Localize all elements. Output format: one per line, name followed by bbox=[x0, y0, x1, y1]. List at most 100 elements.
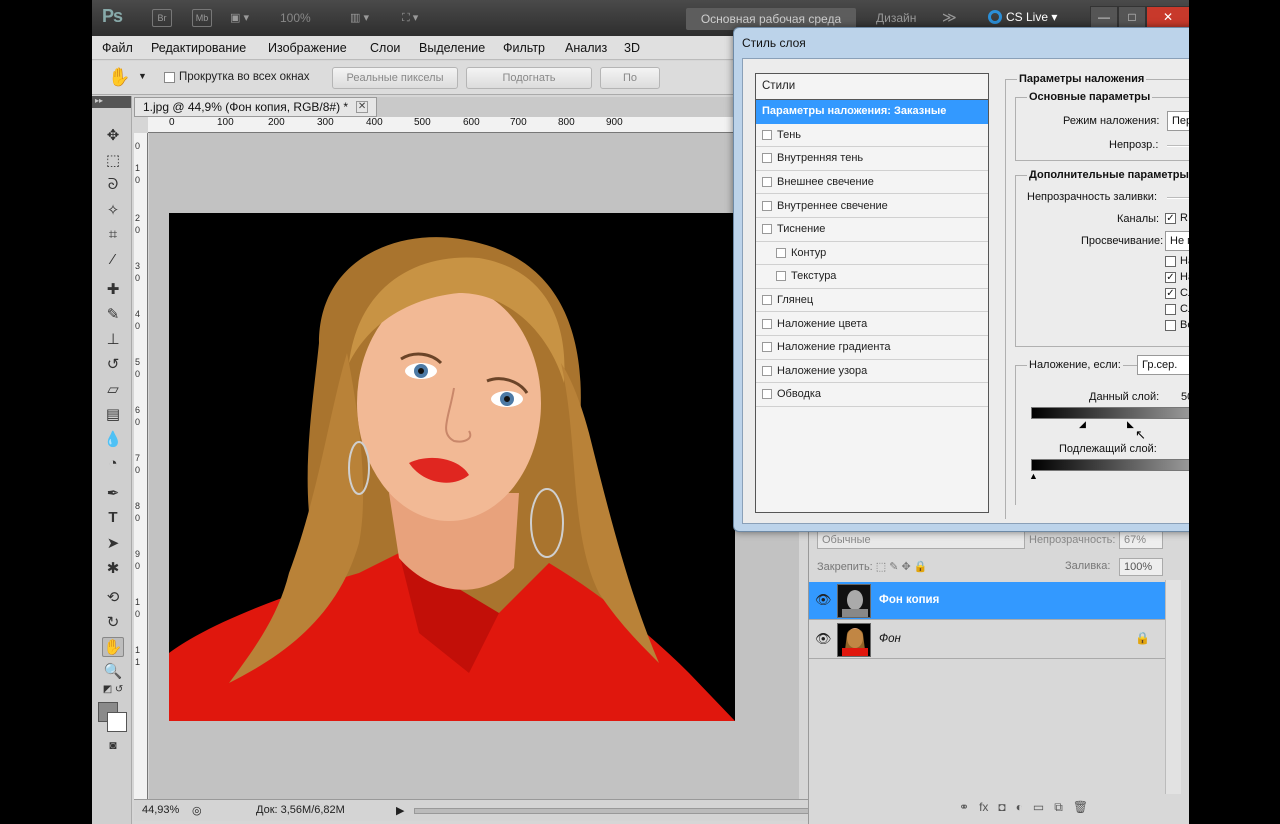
style-drop-shadow[interactable]: Тень bbox=[756, 124, 988, 148]
lasso-tool-icon[interactable]: ᘐ bbox=[102, 176, 124, 196]
menu-image[interactable]: Изображение bbox=[268, 41, 347, 55]
move-tool-icon[interactable]: ✥ bbox=[102, 126, 124, 146]
layers-scrollbar[interactable] bbox=[1165, 580, 1181, 794]
restore-button[interactable]: □ bbox=[1118, 6, 1146, 28]
magic-wand-icon[interactable]: ✧ bbox=[102, 201, 124, 221]
horizontal-scrollbar[interactable] bbox=[414, 808, 814, 814]
menu-layer[interactable]: Слои bbox=[370, 41, 400, 55]
status-arrow-icon[interactable]: ▶ bbox=[396, 804, 404, 817]
dodge-tool-icon[interactable]: ◔ bbox=[102, 455, 124, 475]
add-mask-icon[interactable]: ◘ bbox=[998, 800, 1005, 815]
checkbox[interactable] bbox=[762, 200, 772, 211]
document-tab[interactable]: 1.jpg @ 44,9% (Фон копия, RGB/8#) * ✕ bbox=[134, 97, 378, 117]
more-workspaces-icon[interactable]: ≫ bbox=[942, 9, 957, 26]
status-zoom[interactable]: 44,93% bbox=[142, 804, 179, 816]
screen-mode-icon[interactable]: ⛶ ▾ bbox=[402, 8, 418, 28]
style-satin[interactable]: Глянец bbox=[756, 289, 988, 313]
vector-mask-hides-checkbox[interactable]: Векторная маска ск bbox=[1165, 319, 1189, 331]
tools-panel-header[interactable]: ▸▸ bbox=[92, 96, 131, 108]
blend-interior-checkbox[interactable]: Наложение внутрен bbox=[1165, 255, 1189, 267]
menu-analysis[interactable]: Анализ bbox=[565, 41, 607, 55]
blur-tool-icon[interactable]: 💧 bbox=[102, 430, 124, 450]
this-layer-low-slider-icon[interactable]: ◢ bbox=[1079, 419, 1086, 430]
layer-mask-hides-checkbox[interactable]: Слой-маска скрыва bbox=[1165, 303, 1189, 315]
crop-tool-icon[interactable]: ⌗ bbox=[102, 226, 124, 246]
menu-file[interactable]: Файл bbox=[102, 41, 133, 55]
blend-clipped-checkbox[interactable]: ✓Наложение обтравоч bbox=[1165, 271, 1189, 283]
style-bevel-emboss[interactable]: Тиснение bbox=[756, 218, 988, 242]
new-group-icon[interactable]: ▭ bbox=[1033, 800, 1044, 815]
close-button[interactable]: ✕ bbox=[1146, 6, 1189, 28]
bridge-button[interactable]: Br bbox=[152, 9, 172, 27]
arrange-docs-icon[interactable]: ▥ ▾ bbox=[350, 8, 369, 28]
fill-screen-button[interactable]: По bbox=[600, 67, 660, 89]
checkbox[interactable] bbox=[762, 295, 772, 306]
menu-edit[interactable]: Редактирование bbox=[151, 41, 246, 55]
zoom-tool-icon[interactable]: 🔍 bbox=[102, 662, 124, 682]
3d-orbit-icon[interactable]: ↻ bbox=[102, 613, 124, 633]
underlying-layer-gradient[interactable] bbox=[1031, 459, 1189, 471]
layer-row[interactable]: 👁 Фон 🔒 bbox=[809, 621, 1166, 659]
checkbox[interactable] bbox=[776, 271, 786, 282]
checkbox[interactable] bbox=[762, 342, 772, 353]
canvas-area[interactable] bbox=[149, 133, 799, 799]
fit-screen-button[interactable]: Подогнать bbox=[466, 67, 592, 89]
style-inner-glow[interactable]: Внутреннее свечение bbox=[756, 194, 988, 218]
style-texture[interactable]: Текстура bbox=[756, 265, 988, 289]
visibility-eye-icon[interactable]: 👁 bbox=[815, 592, 832, 608]
style-blending-options[interactable]: Параметры наложения: Заказные bbox=[756, 100, 988, 124]
shape-tool-icon[interactable]: ✱ bbox=[102, 559, 124, 579]
style-stroke[interactable]: Обводка bbox=[756, 383, 988, 407]
healing-brush-icon[interactable]: ✚ bbox=[102, 280, 124, 300]
tool-preset-arrow-icon[interactable]: ▼ bbox=[138, 71, 147, 81]
eyedropper-tool-icon[interactable]: ⁄ bbox=[102, 251, 124, 271]
style-pattern-overlay[interactable]: Наложение узора bbox=[756, 360, 988, 384]
adjustment-layer-icon[interactable]: ◐ bbox=[1016, 800, 1023, 815]
menu-filter[interactable]: Фильтр bbox=[503, 41, 545, 55]
fill-opacity-slider[interactable] bbox=[1167, 197, 1189, 199]
3d-rotate-icon[interactable]: ⟲ bbox=[102, 588, 124, 608]
menu-select[interactable]: Выделение bbox=[419, 41, 485, 55]
new-layer-icon[interactable]: ⧉ bbox=[1054, 800, 1063, 815]
style-outer-glow[interactable]: Внешнее свечение bbox=[756, 171, 988, 195]
scroll-all-windows-checkbox[interactable]: Прокрутка во всех окнах bbox=[164, 71, 310, 83]
checkbox[interactable] bbox=[762, 153, 772, 164]
history-brush-icon[interactable]: ↺ bbox=[102, 355, 124, 375]
underlying-low-slider-icon[interactable]: ▲ bbox=[1029, 471, 1038, 481]
this-layer-mid-slider-icon[interactable]: ◣ bbox=[1127, 419, 1134, 430]
checkbox[interactable] bbox=[762, 177, 772, 188]
hand-tool-icon[interactable]: ✋ bbox=[102, 637, 124, 657]
close-tab-icon[interactable]: ✕ bbox=[356, 101, 369, 113]
gradient-tool-icon[interactable]: ▤ bbox=[102, 405, 124, 425]
blend-if-select[interactable]: Гр.сер.▼ bbox=[1137, 355, 1189, 375]
hand-tool-icon[interactable]: ✋ bbox=[108, 67, 130, 88]
workspace-design-button[interactable]: Дизайн bbox=[876, 11, 916, 25]
link-layers-icon[interactable]: ⚭ bbox=[959, 800, 969, 815]
cs-live-button[interactable]: CS Live ▾ bbox=[988, 10, 1057, 24]
visibility-eye-icon[interactable]: 👁 bbox=[815, 631, 832, 647]
path-selection-icon[interactable]: ➤ bbox=[102, 534, 124, 554]
checkbox[interactable] bbox=[762, 389, 772, 400]
fill-input[interactable]: 100% bbox=[1119, 558, 1163, 576]
extras-icon[interactable]: ▣ ▾ bbox=[230, 8, 249, 28]
mini-bridge-button[interactable]: Mb bbox=[192, 9, 212, 27]
delete-layer-icon[interactable]: 🗑 bbox=[1073, 800, 1088, 815]
style-inner-shadow[interactable]: Внутренняя тень bbox=[756, 147, 988, 171]
background-color-swatch[interactable] bbox=[107, 712, 127, 732]
checkbox[interactable] bbox=[762, 365, 772, 376]
this-layer-gradient[interactable] bbox=[1031, 407, 1189, 419]
checkbox[interactable] bbox=[776, 247, 786, 258]
fx-icon[interactable]: fx bbox=[979, 800, 988, 815]
menu-3d[interactable]: 3D bbox=[624, 41, 640, 55]
style-contour[interactable]: Контур bbox=[756, 242, 988, 266]
marquee-tool-icon[interactable]: ⬚ bbox=[102, 151, 124, 171]
brush-tool-icon[interactable]: ✎ bbox=[102, 305, 124, 325]
opacity-input[interactable]: 67% bbox=[1119, 531, 1163, 549]
clone-stamp-icon[interactable]: ⊥ bbox=[102, 330, 124, 350]
zoom-level[interactable]: 100% bbox=[280, 11, 311, 25]
eraser-tool-icon[interactable]: ▱ bbox=[102, 380, 124, 400]
styles-header[interactable]: Стили bbox=[756, 74, 988, 100]
style-gradient-overlay[interactable]: Наложение градиента bbox=[756, 336, 988, 360]
style-color-overlay[interactable]: Наложение цвета bbox=[756, 312, 988, 336]
opacity-slider[interactable] bbox=[1167, 145, 1189, 147]
